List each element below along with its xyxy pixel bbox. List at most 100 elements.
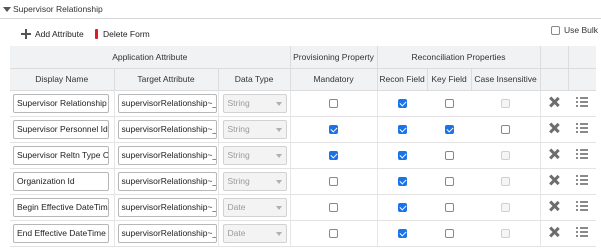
attribute-rows: Supervisor Relationship Pr supervisorRel… — [10, 90, 596, 247]
chevron-down-icon — [275, 205, 282, 210]
data-type-value: Date — [227, 227, 246, 238]
use-bulk-checkbox[interactable] — [551, 25, 560, 35]
cell-mandatory — [290, 116, 378, 143]
cell-delete — [540, 220, 569, 247]
cell-case-insensitive — [471, 220, 541, 247]
target-attribute-input[interactable]: supervisorRelationship~__ — [117, 223, 217, 243]
data-type-select: String — [222, 145, 287, 165]
cell-key-field — [427, 220, 472, 247]
list-icon[interactable] — [576, 149, 589, 159]
target-attribute-input[interactable]: supervisorRelationship~__ — [117, 93, 217, 113]
key-field-checkbox[interactable] — [444, 125, 454, 135]
cell-data-type: String — [218, 142, 291, 169]
case-insensitive-checkbox — [500, 203, 510, 213]
delete-form-button[interactable]: Delete Form — [95, 27, 150, 41]
add-attribute-button[interactable]: Add Attribute — [21, 27, 84, 41]
chevron-down-icon — [275, 179, 282, 184]
toolbar: Add Attribute Delete Form — [0, 24, 601, 44]
header-divider — [0, 18, 601, 19]
use-bulk-toggle[interactable]: Use Bulk — [551, 25, 598, 35]
section-title: Supervisor Relationship — [13, 4, 103, 14]
cell-data-type: Date — [218, 220, 291, 247]
cell-mandatory — [290, 90, 378, 117]
cell-target-attribute: supervisorRelationship~__ — [114, 194, 219, 221]
list-icon[interactable] — [576, 97, 589, 107]
cell-mandatory — [290, 220, 378, 247]
cell-display-name: Supervisor Personnel Id — [10, 116, 115, 143]
recon-field-checkbox[interactable] — [397, 177, 407, 187]
close-icon[interactable] — [549, 227, 559, 237]
cell-data-type: Date — [218, 194, 291, 221]
recon-field-checkbox[interactable] — [397, 203, 407, 213]
col-header-case-insensitive: Case Insensitive — [471, 68, 541, 91]
table-row: Supervisor Personnel Id supervisorRelati… — [10, 116, 596, 143]
col-header-display-name: Display Name — [10, 68, 115, 91]
recon-field-checkbox[interactable] — [397, 99, 407, 109]
mandatory-checkbox[interactable] — [329, 203, 339, 213]
list-icon[interactable] — [576, 201, 589, 211]
key-field-checkbox[interactable] — [444, 203, 454, 213]
list-icon[interactable] — [576, 175, 589, 185]
display-name-input[interactable]: Organization Id — [13, 171, 109, 191]
key-field-checkbox[interactable] — [444, 99, 454, 109]
cell-data-type: String — [218, 116, 291, 143]
display-name-input[interactable]: Begin Effective DateTime — [13, 197, 109, 217]
delete-form-icon — [95, 29, 98, 39]
target-attribute-input[interactable]: supervisorRelationship~__ — [117, 171, 217, 191]
cell-recon-field — [377, 142, 428, 169]
cell-delete — [540, 142, 569, 169]
collapse-caret-icon[interactable] — [3, 7, 11, 12]
close-icon[interactable] — [549, 97, 559, 107]
close-icon[interactable] — [549, 175, 559, 185]
case-insensitive-checkbox — [500, 177, 510, 187]
list-icon[interactable] — [576, 123, 589, 133]
cell-mandatory — [290, 142, 378, 169]
case-insensitive-checkbox — [500, 99, 510, 109]
cell-recon-field — [377, 168, 428, 195]
cell-options — [568, 142, 596, 169]
chevron-down-icon — [275, 231, 282, 236]
case-insensitive-checkbox[interactable] — [500, 125, 510, 135]
recon-field-checkbox[interactable] — [397, 151, 407, 161]
close-icon[interactable] — [549, 201, 559, 211]
cell-display-name: Supervisor Reltn Type Coc — [10, 142, 115, 169]
target-attribute-input[interactable]: supervisorRelationship~__ — [117, 145, 217, 165]
group-header-provisioning-property: Provisioning Property — [290, 46, 378, 69]
cell-target-attribute: supervisorRelationship~__ — [114, 90, 219, 117]
col-header-data-type: Data Type — [218, 68, 291, 91]
cell-display-name: Supervisor Relationship Pr — [10, 90, 115, 117]
mandatory-checkbox[interactable] — [329, 151, 339, 161]
cell-case-insensitive — [471, 194, 541, 221]
data-type-value: String — [227, 123, 250, 134]
display-name-input[interactable]: Supervisor Relationship Pr — [13, 93, 109, 113]
mandatory-checkbox[interactable] — [329, 229, 339, 239]
cell-options — [568, 220, 596, 247]
cell-target-attribute: supervisorRelationship~__ — [114, 142, 219, 169]
cell-recon-field — [377, 116, 428, 143]
col-header-blank — [540, 68, 569, 91]
mandatory-checkbox[interactable] — [329, 125, 339, 135]
display-name-input[interactable]: Supervisor Reltn Type Coc — [13, 145, 109, 165]
close-icon[interactable] — [549, 123, 559, 133]
data-type-value: String — [227, 175, 250, 186]
chevron-down-icon — [275, 101, 282, 106]
key-field-checkbox[interactable] — [444, 151, 454, 161]
cell-options — [568, 90, 596, 117]
mandatory-checkbox[interactable] — [329, 99, 339, 109]
target-attribute-input[interactable]: supervisorRelationship~__ — [117, 119, 217, 139]
cell-case-insensitive — [471, 90, 541, 117]
group-header-reconciliation-properties: Reconciliation Properties — [377, 46, 541, 69]
key-field-checkbox[interactable] — [444, 177, 454, 187]
recon-field-checkbox[interactable] — [397, 125, 407, 135]
key-field-checkbox[interactable] — [444, 229, 454, 239]
close-icon[interactable] — [549, 149, 559, 159]
display-name-input[interactable]: End Effective DateTime — [13, 223, 109, 243]
recon-field-checkbox[interactable] — [397, 229, 407, 239]
col-header-recon-field: Recon Field — [377, 68, 428, 91]
target-attribute-input[interactable]: supervisorRelationship~__ — [117, 197, 217, 217]
mandatory-checkbox[interactable] — [329, 177, 339, 187]
table-row: Supervisor Relationship Pr supervisorRel… — [10, 90, 596, 117]
cell-display-name: Begin Effective DateTime — [10, 194, 115, 221]
list-icon[interactable] — [576, 227, 589, 237]
display-name-input[interactable]: Supervisor Personnel Id — [13, 119, 109, 139]
